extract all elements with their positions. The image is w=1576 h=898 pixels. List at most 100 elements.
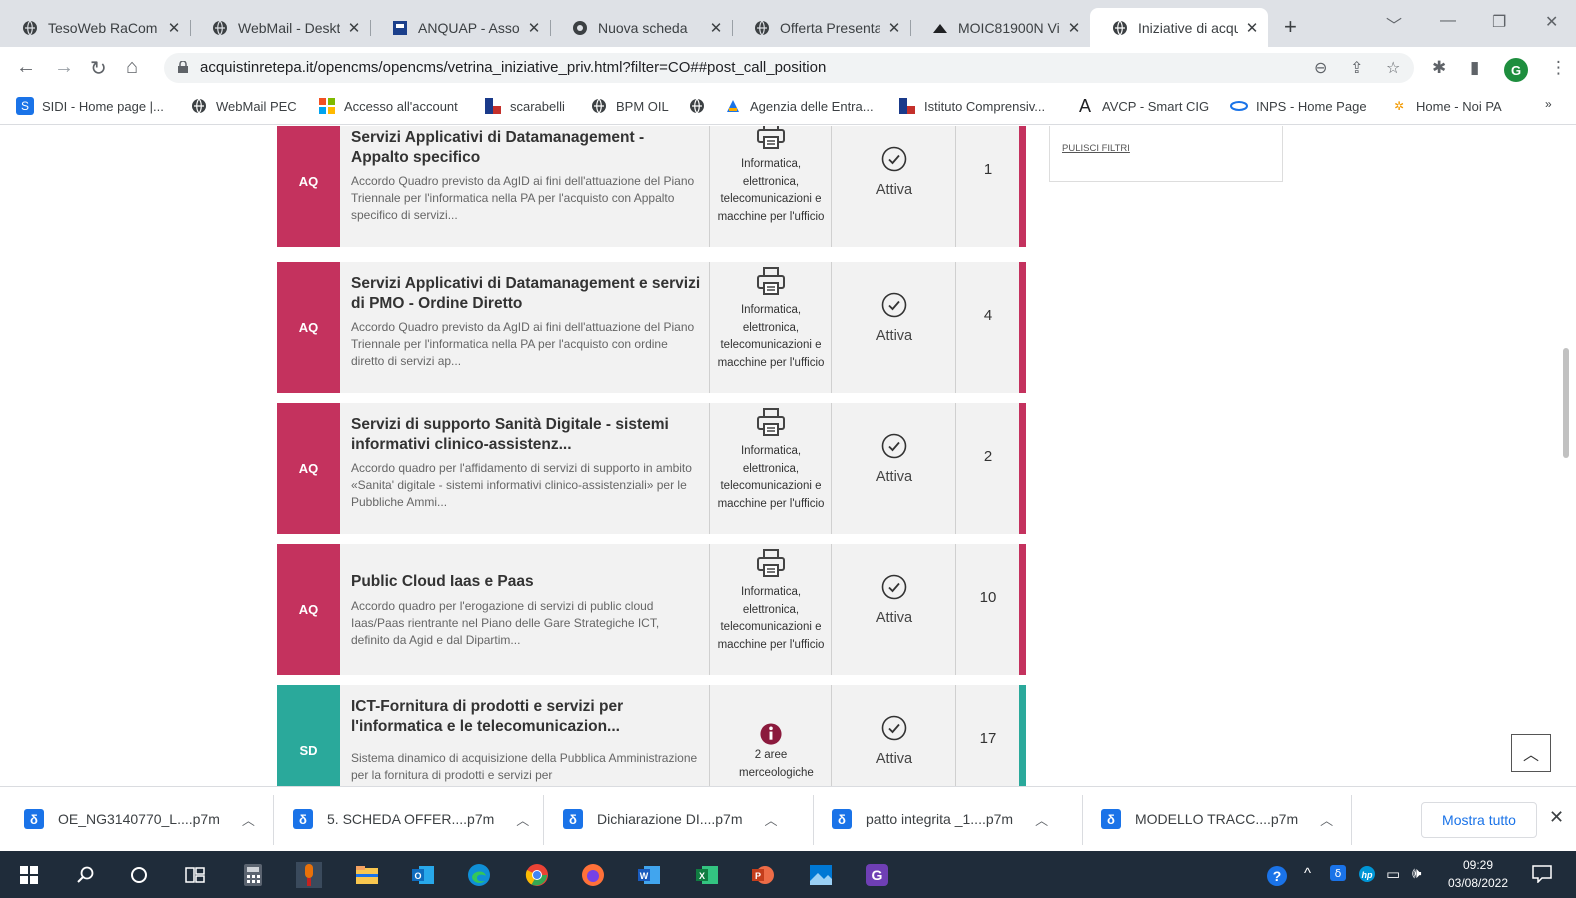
back-arrow-icon[interactable]: ← <box>16 56 36 79</box>
initiative-title[interactable]: Public Cloud Iaas e Paas <box>351 572 701 592</box>
tab-search-chevron-icon[interactable]: ﹀ <box>1386 12 1402 36</box>
share-icon[interactable]: ⇪ <box>1350 58 1363 78</box>
close-icon[interactable]: ✕ <box>166 19 182 37</box>
browser-tab[interactable]: WebMail - Deskt ✕ <box>190 8 371 47</box>
bookmark-item[interactable]: Accesso all'account <box>318 97 458 115</box>
initiative-title[interactable]: ICT-Fornitura di prodotti e servizi per … <box>351 697 701 737</box>
printer-icon <box>757 267 785 295</box>
close-icon[interactable]: ✕ <box>1244 19 1260 37</box>
close-download-bar-icon[interactable]: ✕ <box>1549 807 1564 828</box>
network-icon[interactable]: ▭ <box>1386 865 1400 883</box>
initiative-title[interactable]: Servizi di supporto Sanità Digitale - si… <box>351 415 701 455</box>
chrome-icon[interactable] <box>524 862 550 888</box>
browser-tab[interactable]: Offerta Presentat ✕ <box>732 8 911 47</box>
close-icon[interactable]: ✕ <box>526 19 542 37</box>
chevron-up-icon[interactable]: ︿ <box>765 810 778 829</box>
bookmark-label: scarabelli <box>510 98 565 114</box>
initiative-card[interactable]: SD ICT-Fornitura di prodotti e servizi p… <box>277 685 1026 786</box>
close-icon[interactable]: ✕ <box>1066 19 1082 37</box>
restore-icon[interactable]: ❐ <box>1492 12 1506 32</box>
profile-avatar[interactable]: G <box>1504 58 1528 82</box>
download-item[interactable]: δ Dichiarazione DI....p7m ︿ <box>563 809 778 829</box>
bookmark-item[interactable]: INPS - Home Page <box>1230 97 1367 115</box>
excel-icon[interactable]: X <box>694 862 720 888</box>
bookmark-star-icon[interactable]: ☆ <box>1386 58 1400 78</box>
address-bar[interactable]: acquistinretepa.it/opencms/opencms/vetri… <box>164 53 1414 83</box>
volume-icon[interactable]: 🕪 <box>1412 865 1421 882</box>
minimize-icon[interactable]: — <box>1440 12 1456 30</box>
initiative-card[interactable]: AQ Public Cloud Iaas e Paas Accordo quad… <box>277 544 1026 675</box>
bookmark-item[interactable]: A AVCP - Smart CIG <box>1076 96 1209 116</box>
browser-tab[interactable]: TesoWeb RaCom ✕ <box>0 8 191 47</box>
menu-kebab-icon[interactable]: ⋮ <box>1550 58 1567 78</box>
bookmark-item[interactable]: Agenzia delle Entra... <box>724 97 874 115</box>
microsoft-logo-icon <box>318 97 336 115</box>
signature-app-icon[interactable]: G <box>864 862 890 888</box>
initiative-title[interactable]: Servizi Applicativi di Datamanagement - … <box>351 128 701 168</box>
close-icon[interactable]: ✕ <box>346 19 362 37</box>
browser-tab[interactable]: ANQUAP - Assoc ✕ <box>370 8 551 47</box>
chevron-up-icon[interactable]: ︿ <box>1035 810 1048 829</box>
close-icon[interactable]: ✕ <box>886 19 902 37</box>
app-pinned-icon[interactable] <box>296 862 322 888</box>
browser-tab-active[interactable]: Iniziative di acqu ✕ <box>1090 8 1268 47</box>
photos-icon[interactable] <box>808 862 834 888</box>
windows-start-icon[interactable] <box>16 862 42 888</box>
more-bookmarks-chevron-icon[interactable]: » <box>1545 97 1552 111</box>
new-tab-plus-icon[interactable]: + <box>1284 14 1297 40</box>
cortana-icon[interactable] <box>126 862 152 888</box>
download-item[interactable]: δ 5. SCHEDA OFFER....p7m ︿ <box>293 809 529 829</box>
clear-filters-link[interactable]: PULISCI FILTRI <box>1062 143 1130 154</box>
browser-tab[interactable]: MOIC81900N Vi ✕ <box>910 8 1090 47</box>
zoom-icon[interactable]: ⊖ <box>1314 58 1327 78</box>
outlook-icon[interactable]: O <box>410 862 436 888</box>
side-panel-icon[interactable]: ▮ <box>1470 58 1479 78</box>
tab-title: Nuova scheda <box>598 19 688 36</box>
chevron-up-icon[interactable]: ︿ <box>1320 810 1333 829</box>
show-all-downloads-button[interactable]: Mostra tutto <box>1421 802 1537 838</box>
window-close-icon[interactable]: ✕ <box>1545 12 1558 32</box>
help-icon[interactable]: ? <box>1266 865 1288 891</box>
bookmark-item[interactable]: scarabelli <box>484 97 565 115</box>
browser-tab[interactable]: Nuova scheda ✕ <box>550 8 733 47</box>
bookmark-item[interactable]: WebMail PEC <box>190 97 297 115</box>
notifications-icon[interactable] <box>1532 865 1552 887</box>
bookmark-item[interactable]: ✲ Home - Noi PA <box>1390 97 1502 115</box>
firefox-icon[interactable] <box>580 862 606 888</box>
initiative-card[interactable]: AQ Servizi Applicativi di Datamanagement… <box>277 262 1026 393</box>
bookmark-item[interactable]: Istituto Comprensiv... <box>898 97 1045 115</box>
signing-tray-icon[interactable]: δ <box>1330 865 1346 885</box>
page-scrollbar[interactable] <box>1562 126 1570 786</box>
powerpoint-icon[interactable]: P <box>750 862 776 888</box>
scroll-to-top-button[interactable]: ︿ <box>1511 734 1551 772</box>
initiative-title[interactable]: Servizi Applicativi di Datamanagement e … <box>351 274 701 314</box>
calculator-app-icon[interactable] <box>240 862 266 888</box>
task-view-icon[interactable] <box>182 862 208 888</box>
forward-arrow-icon[interactable]: → <box>54 56 74 79</box>
edge-icon[interactable] <box>466 862 492 888</box>
check-circle-icon <box>881 146 907 172</box>
reload-icon[interactable]: ↻ <box>90 56 107 81</box>
bookmark-item[interactable]: S SIDI - Home page |... <box>16 97 164 115</box>
scrollbar-thumb[interactable] <box>1563 348 1569 458</box>
tray-chevron-up-icon[interactable]: ^ <box>1304 865 1311 882</box>
download-item[interactable]: δ MODELLO TRACC....p7m ︿ <box>1101 809 1333 829</box>
word-icon[interactable]: W <box>636 862 662 888</box>
initiative-card[interactable]: AQ Servizi di supporto Sanità Digitale -… <box>277 403 1026 534</box>
hp-tray-icon[interactable]: hp <box>1358 865 1376 887</box>
globe-icon <box>590 97 608 115</box>
bookmark-item[interactable]: BPM OIL <box>590 97 669 115</box>
chevron-up-icon[interactable]: ︿ <box>516 810 529 829</box>
download-item[interactable]: δ OE_NG3140770_L....p7m ︿ <box>24 809 255 829</box>
initiative-card[interactable]: AQ Servizi Applicativi di Datamanagement… <box>277 126 1026 247</box>
chevron-up-icon[interactable]: ︿ <box>242 810 255 829</box>
search-icon[interactable] <box>72 862 98 888</box>
bookmark-item[interactable] <box>688 97 714 115</box>
download-filename: OE_NG3140770_L....p7m <box>58 811 220 827</box>
download-item[interactable]: δ patto integrita _1....p7m ︿ <box>832 809 1048 829</box>
file-explorer-icon[interactable] <box>354 862 380 888</box>
close-icon[interactable]: ✕ <box>708 19 724 37</box>
extensions-puzzle-icon[interactable]: ✱ <box>1432 58 1446 78</box>
system-clock[interactable]: 09:29 03/08/2022 <box>1443 856 1513 892</box>
home-icon[interactable]: ⌂ <box>126 56 138 79</box>
